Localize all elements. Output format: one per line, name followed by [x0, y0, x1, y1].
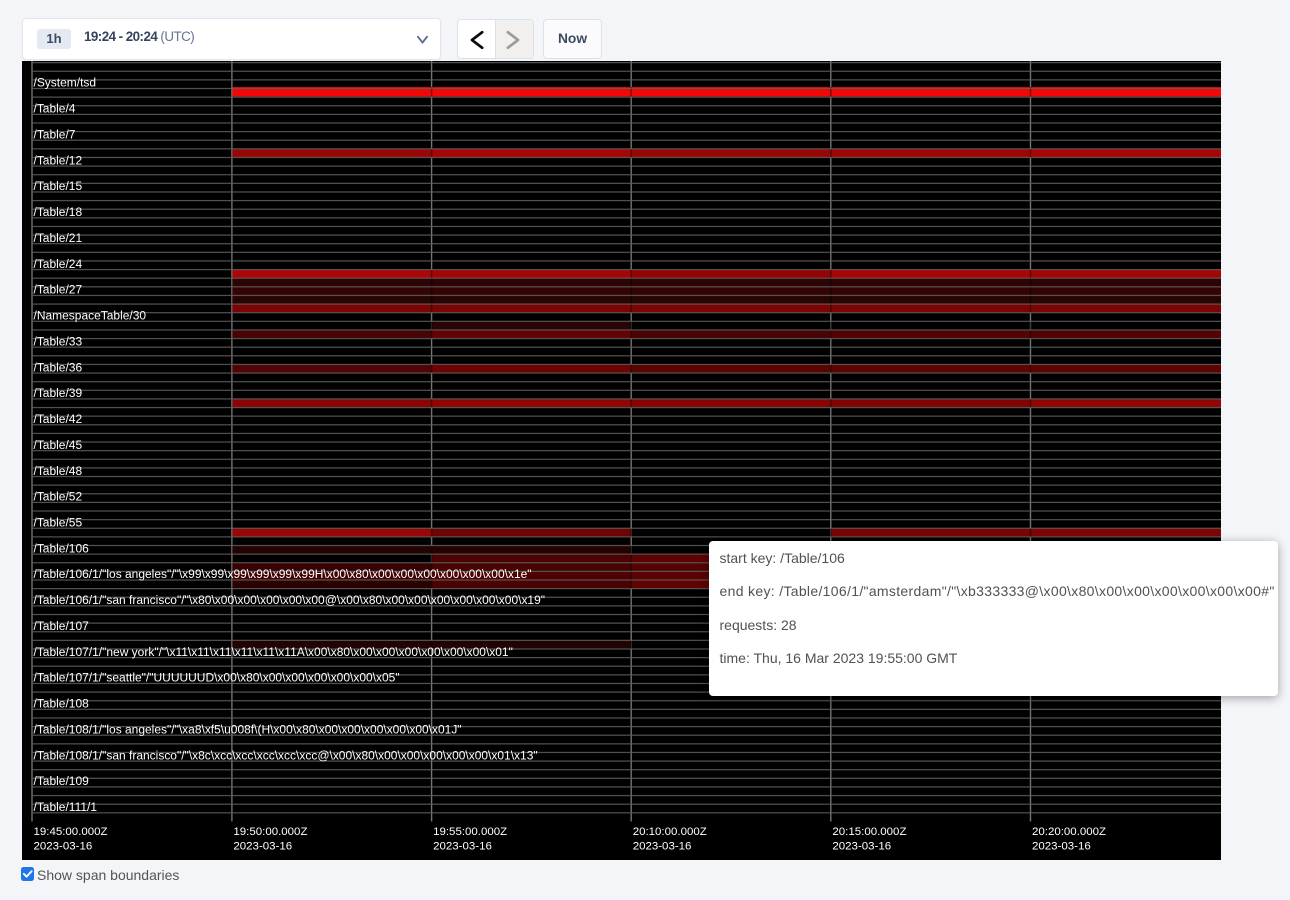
svg-text:19:45:00.000Z: 19:45:00.000Z — [33, 826, 107, 838]
svg-text:/Table/27: /Table/27 — [33, 282, 82, 296]
svg-text:2023-03-16: 2023-03-16 — [433, 840, 492, 852]
svg-text:/Table/109: /Table/109 — [33, 774, 89, 788]
svg-text:/Table/33: /Table/33 — [33, 334, 82, 348]
svg-text:2023-03-16: 2023-03-16 — [33, 840, 92, 852]
svg-text:20:15:00.000Z: 20:15:00.000Z — [832, 826, 906, 838]
svg-text:/Table/106/1/"san francisco"/": /Table/106/1/"san francisco"/"\x80\x00\x… — [33, 593, 545, 607]
svg-text:2023-03-16: 2023-03-16 — [832, 840, 891, 852]
svg-text:/System/tsd: /System/tsd — [33, 76, 96, 90]
svg-text:/Table/52: /Table/52 — [33, 489, 82, 503]
svg-text:/Table/15: /Table/15 — [33, 179, 82, 193]
svg-text:/Table/4: /Table/4 — [33, 101, 75, 115]
svg-text:/Table/108/1/"los angeles"/"\x: /Table/108/1/"los angeles"/"\xa8\xf5\u00… — [33, 722, 461, 736]
svg-text:/Table/107/1/"new york"/"\x11\: /Table/107/1/"new york"/"\x11\x11\x11\x1… — [33, 645, 512, 659]
svg-text:/Table/42: /Table/42 — [33, 412, 82, 426]
svg-text:/Table/106: /Table/106 — [33, 541, 89, 555]
svg-text:/Table/111/1: /Table/111/1 — [33, 800, 97, 814]
svg-text:/Table/39: /Table/39 — [33, 386, 82, 400]
svg-text:/Table/45: /Table/45 — [33, 438, 82, 452]
svg-text:/Table/18: /Table/18 — [33, 205, 82, 219]
svg-text:/Table/108/1/"san francisco"/": /Table/108/1/"san francisco"/"\x8c\xcc\x… — [33, 748, 537, 762]
svg-text:/Table/36: /Table/36 — [33, 360, 82, 374]
svg-text:20:20:00.000Z: 20:20:00.000Z — [1031, 826, 1105, 838]
svg-text:/Table/108: /Table/108 — [33, 696, 89, 710]
svg-text:/Table/7: /Table/7 — [33, 127, 75, 141]
svg-text:19:55:00.000Z: 19:55:00.000Z — [433, 826, 507, 838]
svg-text:19:50:00.000Z: 19:50:00.000Z — [233, 826, 307, 838]
svg-text:20:10:00.000Z: 20:10:00.000Z — [632, 826, 706, 838]
svg-text:2023-03-16: 2023-03-16 — [1031, 840, 1090, 852]
svg-text:2023-03-16: 2023-03-16 — [233, 840, 292, 852]
svg-text:/Table/106/1/"los angeles"/"\x: /Table/106/1/"los angeles"/"\x99\x99\x99… — [33, 567, 531, 581]
svg-text:/Table/107/1/"seattle"/"UUUUUU: /Table/107/1/"seattle"/"UUUUUUD\x00\x80\… — [33, 670, 399, 684]
svg-text:2023-03-16: 2023-03-16 — [632, 840, 691, 852]
svg-text:/Table/21: /Table/21 — [33, 231, 82, 245]
svg-text:/Table/55: /Table/55 — [33, 515, 82, 529]
svg-text:/NamespaceTable/30: /NamespaceTable/30 — [33, 308, 146, 322]
svg-text:/Table/48: /Table/48 — [33, 464, 82, 478]
svg-text:/Table/107: /Table/107 — [33, 619, 89, 633]
svg-text:/Table/24: /Table/24 — [33, 257, 82, 271]
svg-text:/Table/12: /Table/12 — [33, 153, 82, 167]
